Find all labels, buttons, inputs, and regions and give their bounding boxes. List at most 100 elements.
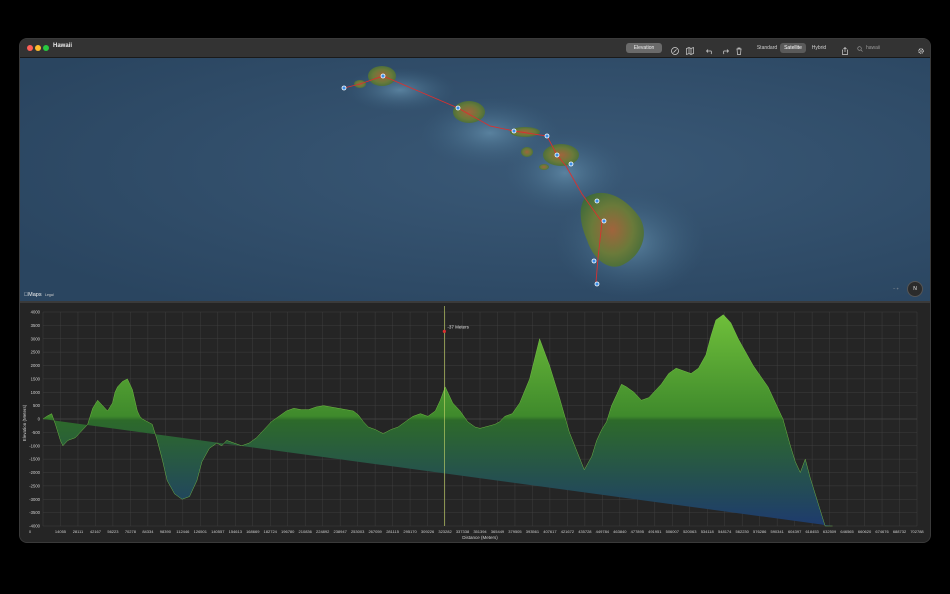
y-tick-label: 2500 <box>31 350 41 355</box>
x-tick-label: 562230 <box>736 529 750 534</box>
titlebar: Hawaii Elevation Standard Satellite Hybr… <box>20 39 930 58</box>
x-tick-label: 702788 <box>910 529 924 534</box>
waypoint <box>554 152 560 158</box>
x-tick-label: 182724 <box>264 529 278 534</box>
x-tick-label: 576286 <box>753 529 767 534</box>
waypoint <box>341 85 347 91</box>
waypoint <box>568 161 574 167</box>
x-tick-label: 323282 <box>438 529 452 534</box>
y-tick-label: 500 <box>33 403 41 408</box>
x-tick-label: 506007 <box>666 529 680 534</box>
waypoint <box>511 128 517 134</box>
y-tick-label: 4000 <box>31 310 41 315</box>
x-tick-label: 590341 <box>770 529 784 534</box>
elevation-area <box>42 314 833 527</box>
y-tick-label: -1000 <box>29 443 40 448</box>
waypoint <box>544 133 550 139</box>
minimize-window-button[interactable] <box>35 45 41 51</box>
island-kahoolawe <box>539 164 549 170</box>
y-tick-label: 3500 <box>31 323 41 328</box>
gear-icon[interactable] <box>916 43 926 54</box>
mode-standard[interactable]: Standard <box>755 43 779 53</box>
x-tick-label: 28111 <box>73 529 84 534</box>
x-tick-label: 674676 <box>875 529 889 534</box>
y-tick-label: 1500 <box>31 376 41 381</box>
island-oahu <box>453 101 485 123</box>
x-tick-label: 449784 <box>596 529 610 534</box>
x-tick-label: 491951 <box>648 529 662 534</box>
close-window-button[interactable] <box>27 45 33 51</box>
x-tick-label: 337338 <box>456 529 470 534</box>
y-tick-label: -2000 <box>29 470 40 475</box>
zoom-control[interactable]: − + <box>888 286 904 292</box>
x-tick-label: 56223 <box>107 529 119 534</box>
x-tick-label: 84334 <box>142 529 154 534</box>
waypoint <box>594 281 600 287</box>
x-tick-label: 210836 <box>299 529 313 534</box>
x-tick-label: 224892 <box>316 529 330 534</box>
x-tick-label: 70278 <box>125 529 137 534</box>
x-tick-label: 421672 <box>561 529 575 534</box>
y-tick-label: -3500 <box>29 510 40 515</box>
island-lanai <box>521 147 533 157</box>
y-tick-label: 2000 <box>31 363 41 368</box>
elevation-chart[interactable]: 4000 3500 3000 2500 2000 1500 1000 500 0 -500 -100… <box>20 303 930 542</box>
x-tick-label: 267059 <box>368 529 382 534</box>
x-tick-label: 0 <box>29 529 32 534</box>
search-icon <box>857 45 863 52</box>
island-maui <box>543 144 579 166</box>
cursor-marker <box>442 329 446 333</box>
zoom-window-button[interactable] <box>43 45 49 51</box>
legal-link[interactable]: Legal <box>45 293 54 297</box>
elevation-button[interactable]: Elevation <box>626 43 662 53</box>
x-tick-label: 477895 <box>631 529 645 534</box>
x-tick-label: 688732 <box>893 529 907 534</box>
waypoint <box>380 73 386 79</box>
map-icon[interactable] <box>685 43 695 56</box>
mode-hybrid[interactable]: Hybrid <box>808 43 830 53</box>
y-tick-label: -4000 <box>29 524 40 529</box>
x-tick-label: 393561 <box>526 529 540 534</box>
x-tick-label: 407617 <box>543 529 557 534</box>
y-tick-label: -1500 <box>29 457 40 462</box>
y-tick-label: 3000 <box>31 336 41 341</box>
waypoint <box>591 258 597 264</box>
x-tick-label: 14055 <box>55 529 67 534</box>
x-tick-label: 646565 <box>840 529 854 534</box>
location-icon[interactable] <box>670 43 680 55</box>
x-axis-label: Distance (Meters) <box>462 535 498 540</box>
x-tick-label: 379505 <box>508 529 522 534</box>
waypoint <box>455 105 461 111</box>
waypoint <box>601 218 607 224</box>
map-canvas[interactable] <box>20 58 930 301</box>
redo-icon[interactable] <box>720 43 730 55</box>
x-tick-label: 632509 <box>823 529 837 534</box>
y-tick-label: 0 <box>38 417 41 422</box>
y-tick-label: -500 <box>32 430 41 435</box>
compass-icon[interactable]: N <box>907 281 923 297</box>
mode-satellite[interactable]: Satellite <box>780 43 806 53</box>
x-tick-label: 548174 <box>718 529 732 534</box>
x-tick-label: 168669 <box>246 529 260 534</box>
undo-icon[interactable] <box>705 43 715 55</box>
y-tick-label: 1000 <box>31 390 41 395</box>
x-tick-label: 604397 <box>788 529 802 534</box>
x-tick-label: 534118 <box>701 529 715 534</box>
x-tick-label: 126501 <box>194 529 208 534</box>
x-tick-label: 140557 <box>211 529 225 534</box>
x-tick-label: 463840 <box>613 529 627 534</box>
window-title: Hawaii <box>53 43 73 49</box>
x-tick-label: 351394 <box>473 529 487 534</box>
trash-icon[interactable] <box>734 43 744 55</box>
share-icon[interactable] <box>840 43 850 55</box>
elevation-chart-canvas: 4000 3500 3000 2500 2000 1500 1000 500 0 -500 -100… <box>22 306 924 540</box>
satellite-map[interactable]: Maps Legal − + N <box>20 58 930 301</box>
x-tick-label: 253003 <box>351 529 365 534</box>
search-input[interactable]: hawaii <box>866 42 880 54</box>
x-tick-label: 309226 <box>421 529 435 534</box>
x-tick-label: 112446 <box>176 529 190 534</box>
x-tick-label: 196780 <box>281 529 295 534</box>
search-field[interactable]: hawaii <box>854 42 908 54</box>
x-tick-label: 435728 <box>578 529 592 534</box>
x-tick-label: 660620 <box>858 529 872 534</box>
